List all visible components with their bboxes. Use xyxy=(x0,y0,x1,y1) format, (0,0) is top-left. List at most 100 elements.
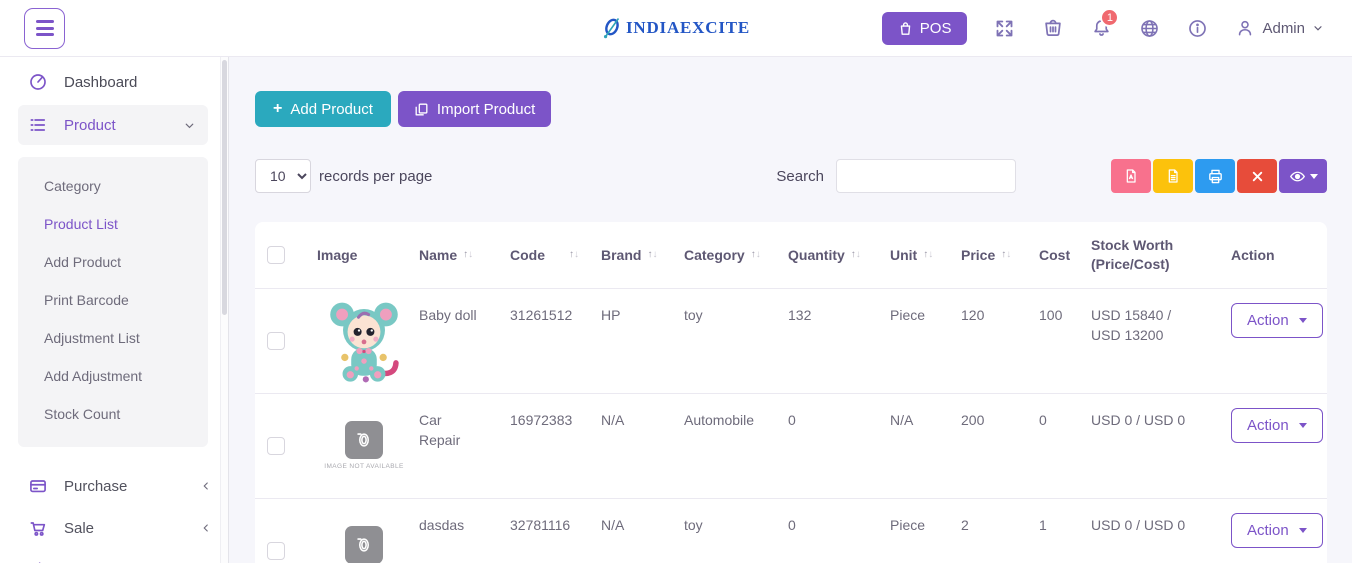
eye-icon xyxy=(1289,168,1306,185)
chevron-left-icon xyxy=(200,522,212,534)
notification-count-badge: 1 xyxy=(1100,8,1120,27)
column-header-price[interactable]: Price ↑ ↓ xyxy=(961,246,1039,265)
cell-code: 16972383 xyxy=(510,412,573,428)
plus-icon: + xyxy=(273,100,283,117)
notification-bell-icon[interactable]: 1 xyxy=(1091,8,1120,39)
sidebar-scrollbar-thumb[interactable] xyxy=(222,60,227,315)
close-x-icon xyxy=(1251,170,1264,183)
column-header-category[interactable]: Category ↑ ↓ xyxy=(684,246,788,265)
sort-icon: ↑ ↓ xyxy=(850,248,861,260)
import-product-button[interactable]: Import Product xyxy=(397,91,552,127)
column-header-code[interactable]: Code ↑ ↓ xyxy=(510,246,601,265)
sidebar-item-purchase[interactable]: Purchase xyxy=(0,465,228,507)
camera-placeholder-icon xyxy=(345,525,383,563)
row-action-button[interactable]: Action xyxy=(1231,513,1323,548)
sidebar-item-add-adjustment[interactable]: Add Adjustment xyxy=(18,357,208,395)
menu-toggle-button[interactable] xyxy=(24,7,65,49)
user-icon xyxy=(1235,18,1255,38)
sidebar-item-dashboard[interactable]: Dashboard xyxy=(0,61,228,103)
caret-down-icon xyxy=(1298,423,1307,428)
sidebar-item-product[interactable]: Product xyxy=(18,105,208,145)
export-excel-button[interactable] xyxy=(1153,159,1193,193)
row-checkbox[interactable] xyxy=(267,542,285,560)
sidebar-item-label: Product xyxy=(64,116,116,134)
export-pdf-button[interactable] xyxy=(1111,159,1151,193)
sidebar-item-adjustment-list[interactable]: Adjustment List xyxy=(18,319,208,357)
credit-card-icon xyxy=(28,476,48,496)
brand-name: INDIAEXCITE xyxy=(625,18,751,37)
user-menu[interactable]: Admin xyxy=(1235,18,1324,38)
row-action-button[interactable]: Action xyxy=(1231,303,1323,338)
cell-name: dasdas xyxy=(419,517,465,533)
cell-category: toy xyxy=(684,307,703,323)
row-action-button[interactable]: Action xyxy=(1231,408,1323,443)
cell-quantity: 132 xyxy=(788,307,812,323)
sort-icon: ↑ ↓ xyxy=(463,248,474,260)
row-checkbox[interactable] xyxy=(267,332,285,350)
select-all-checkbox[interactable] xyxy=(267,246,285,264)
list-icon xyxy=(28,115,48,135)
shopping-cart-icon xyxy=(28,518,48,538)
table-row: IMAGE NOT AVAILABLE Car Repair 16972383 … xyxy=(255,394,1327,499)
sidebar-scrollbar[interactable] xyxy=(220,57,228,563)
brand-logo-icon xyxy=(602,17,622,39)
cell-cost: 100 xyxy=(1039,307,1063,323)
product-image: IMAGE NOT AVAILABLE xyxy=(317,499,419,563)
row-checkbox[interactable] xyxy=(267,437,285,455)
column-header-unit[interactable]: Unit ↑ ↓ xyxy=(890,246,961,265)
sidebar: Dashboard Product Category Product List … xyxy=(0,57,229,563)
cell-name: Baby doll xyxy=(419,307,477,323)
sidebar-item-product-list[interactable]: Product List xyxy=(18,205,208,243)
sidebar-item-add-product[interactable]: Add Product xyxy=(18,243,208,281)
cell-unit: N/A xyxy=(890,412,914,428)
file-pdf-icon xyxy=(1123,168,1139,184)
column-header-brand[interactable]: Brand ↑ ↓ xyxy=(601,246,684,265)
pos-button[interactable]: POS xyxy=(881,11,968,45)
baby-doll-image xyxy=(330,302,399,383)
column-header-stock-worth: Stock Worth (Price/Cost) xyxy=(1091,237,1174,272)
column-visibility-button[interactable] xyxy=(1279,159,1327,193)
top-header: INDIAEXCITE POS 1 Admin xyxy=(0,0,1352,57)
cell-action: Action xyxy=(1231,289,1331,393)
caret-down-icon xyxy=(1298,528,1307,533)
product-image: IMAGE NOT AVAILABLE xyxy=(317,394,419,498)
fullscreen-icon[interactable] xyxy=(994,18,1015,39)
cell-stock-worth: USD 15840 / USD 13200 xyxy=(1091,307,1172,344)
sidebar-item-print-barcode[interactable]: Print Barcode xyxy=(18,281,208,319)
export-print-button[interactable] xyxy=(1195,159,1235,193)
file-lines-icon xyxy=(1165,168,1181,184)
cash-register-icon[interactable] xyxy=(1042,17,1064,39)
cell-brand: N/A xyxy=(601,517,625,533)
sort-icon: ↑ ↓ xyxy=(750,248,761,260)
printer-icon xyxy=(1207,168,1224,185)
table-row: Baby doll 31261512 HP toy 132 Piece 120 … xyxy=(255,289,1327,394)
language-globe-icon[interactable] xyxy=(1139,18,1160,39)
sidebar-item-label: Purchase xyxy=(64,477,128,495)
product-image xyxy=(317,289,419,393)
cell-action: Action xyxy=(1231,394,1331,498)
close-x-button[interactable] xyxy=(1237,159,1277,193)
user-name: Admin xyxy=(1262,19,1305,37)
hamburger-icon xyxy=(35,20,54,23)
records-per-page-select[interactable]: 10 xyxy=(255,159,311,193)
cell-category: toy xyxy=(684,517,703,533)
dashboard-gauge-icon xyxy=(28,72,48,92)
cell-stock-worth: USD 0 / USD 0 xyxy=(1091,412,1186,428)
column-header-name[interactable]: Name ↑ ↓ xyxy=(419,246,510,265)
cell-action: Action xyxy=(1231,499,1331,563)
sidebar-item-expense[interactable]: Expense xyxy=(0,549,228,563)
main-content: + Add Product Import Product 10 records … xyxy=(229,57,1352,563)
cell-unit: Piece xyxy=(890,517,926,533)
sidebar-item-stock-count[interactable]: Stock Count xyxy=(18,395,208,433)
table-row: IMAGE NOT AVAILABLE dasdas 32781116 N/A … xyxy=(255,499,1327,563)
sidebar-item-sale[interactable]: Sale xyxy=(0,507,228,549)
sort-icon: ↑ ↓ xyxy=(647,248,658,260)
add-product-button[interactable]: + Add Product xyxy=(255,91,391,127)
column-header-quantity[interactable]: Quantity ↑ ↓ xyxy=(788,246,890,265)
info-icon[interactable] xyxy=(1187,18,1208,39)
search-input[interactable] xyxy=(835,159,1016,193)
caret-down-icon xyxy=(1298,318,1307,323)
cell-price: 200 xyxy=(961,412,985,428)
sidebar-item-category[interactable]: Category xyxy=(18,167,208,205)
image-not-available-label: IMAGE NOT AVAILABLE xyxy=(324,462,404,470)
